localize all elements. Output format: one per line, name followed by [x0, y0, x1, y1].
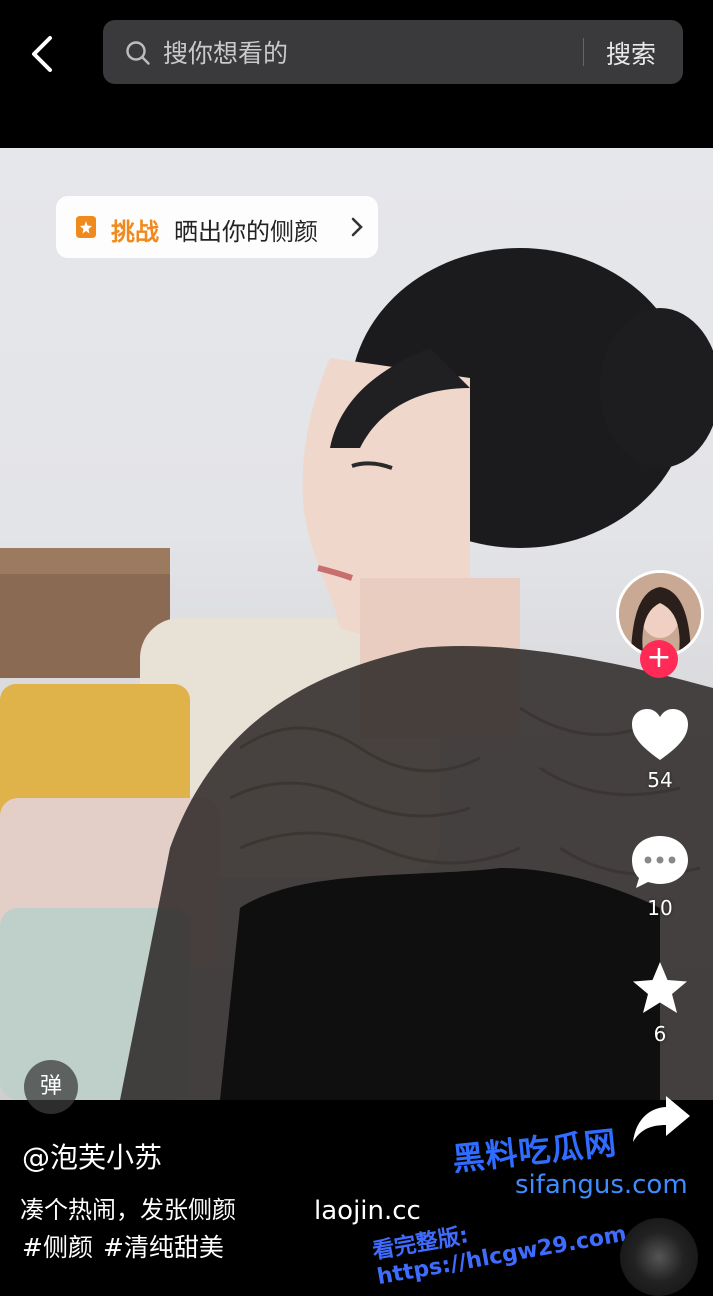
post-caption: 凑个热闹，发张侧颜: [20, 1196, 236, 1224]
hashtag[interactable]: #清纯甜美: [103, 1233, 224, 1262]
challenge-tag[interactable]: 挑战 晒出你的侧颜: [56, 196, 378, 258]
chevron-right-icon: [350, 216, 364, 238]
danmu-toggle[interactable]: 弹: [24, 1060, 78, 1114]
favorite-button[interactable]: 6: [610, 960, 710, 1046]
watermark-site: laojin.cc: [314, 1196, 421, 1226]
top-bar: 搜索: [0, 0, 713, 148]
back-icon[interactable]: [22, 32, 62, 76]
challenge-badge: 挑战: [111, 218, 159, 246]
comment-count: 10: [647, 896, 673, 920]
video-frame: [0, 248, 713, 1100]
share-icon[interactable]: [630, 1094, 692, 1144]
search-input[interactable]: [161, 32, 565, 74]
author-name[interactable]: @泡芙小苏: [22, 1136, 162, 1176]
search-bar: 搜索: [103, 20, 683, 84]
star-icon: [633, 962, 687, 1013]
search-divider: [583, 38, 584, 66]
favorite-count: 6: [653, 1022, 667, 1046]
like-count: 54: [647, 768, 673, 792]
comment-button[interactable]: 10: [610, 834, 710, 920]
challenge-icon: [72, 214, 100, 240]
search-icon: [125, 40, 151, 66]
music-disc-icon[interactable]: [620, 1218, 698, 1296]
follow-button[interactable]: +: [640, 640, 678, 678]
comment-icon: [632, 836, 688, 888]
search-button[interactable]: 搜索: [606, 35, 656, 71]
hashtag[interactable]: #侧颜: [22, 1233, 93, 1262]
heart-icon: [632, 709, 688, 760]
video-player[interactable]: 挑战 晒出你的侧颜: [0, 148, 713, 1100]
hashtag-list: #侧颜 #清纯甜美: [22, 1228, 234, 1264]
challenge-title: 晒出你的侧颜: [174, 218, 318, 246]
like-button[interactable]: 54: [610, 708, 710, 792]
